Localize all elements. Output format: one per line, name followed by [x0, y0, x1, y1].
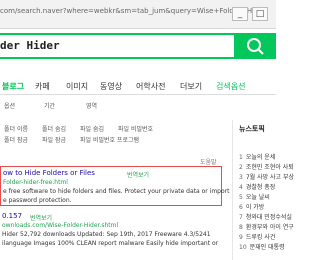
related-6[interactable]: 파일 잠금 [42, 135, 66, 144]
nav-dictionary[interactable]: 어학사전 [136, 81, 165, 92]
result-desc: ilanguage Images 100% CLEAN report malwa… [2, 240, 219, 247]
related-7[interactable]: 파일 비밀번호 프로그램 [80, 135, 139, 144]
translate-badge[interactable]: 번역보기 [127, 170, 149, 179]
related-1[interactable]: 폴더 이름 [4, 124, 28, 133]
sidebar-item[interactable]: 10 문재인 대통령 [239, 242, 285, 251]
nav-cafe[interactable]: 카페 [35, 81, 50, 92]
sidebar-item[interactable]: 5 오늘 날씨 [239, 192, 270, 201]
nav-images[interactable]: 이미지 [66, 81, 88, 92]
news-topic-panel: 뉴스토픽 1 오늘의 운세 2 조현민 조현아 사퇴 3 7월 사망 사고 부상 4경… [232, 120, 294, 260]
search-query[interactable]: der Hider [0, 39, 60, 52]
related-5[interactable]: 폴더 잠금 [4, 135, 28, 144]
sidebar-item[interactable]: 8 환경부와 아이 연구 [239, 222, 294, 231]
result-desc: e free software to hide folders and file… [3, 188, 230, 195]
maximize-button[interactable]: □ [252, 7, 268, 21]
nav-divider [0, 94, 276, 95]
result-title[interactable]: 0.157 [2, 212, 22, 220]
help-link[interactable]: 도움말 [200, 157, 217, 166]
address-url[interactable]: com/search.naver?where=webkr&sm=tab_jum&… [0, 7, 266, 15]
sidebar-item[interactable]: 1 오늘의 운세 [239, 152, 275, 161]
related-3[interactable]: 파일 숨김 [80, 124, 104, 133]
result-desc: Hider 52,792 downloads Updated: Sep 19th… [2, 231, 211, 238]
related-2[interactable]: 폴더 숨김 [42, 124, 66, 133]
result-url[interactable]: Folder-hider-free.html [3, 179, 68, 186]
related-4[interactable]: 파일 비밀번호 [118, 124, 153, 133]
search-options[interactable]: 검색옵션 [216, 81, 245, 92]
filter-area[interactable]: 영역 [86, 101, 97, 110]
sidebar-item[interactable]: 7 청와대 민정수석실 [239, 212, 292, 221]
search-input[interactable]: der Hider [0, 33, 236, 59]
filter-option[interactable]: 옵션 [4, 101, 15, 110]
search-result-highlighted[interactable]: ow to Hide Folders or Files 번역보기 Folder-… [0, 166, 229, 206]
sidebar-item[interactable]: 9 드루킹 사건 [239, 232, 275, 241]
minimize-button[interactable]: _ [232, 7, 248, 21]
sidebar-item[interactable]: 3 7월 사망 사고 부상 [239, 172, 294, 181]
nav-more[interactable]: 더보기 [180, 81, 202, 92]
nav-blog[interactable]: 블로그 [2, 81, 24, 92]
translate-badge[interactable]: 번역보기 [30, 213, 52, 222]
search-icon [247, 38, 264, 55]
sidebar-title: 뉴스토픽 [239, 125, 265, 133]
result-url[interactable]: ownloads.com/Wise-Folder-Hider.shtml [2, 222, 118, 229]
search-button[interactable] [236, 33, 276, 59]
sidebar-item[interactable]: 6이 가방 [239, 202, 264, 211]
sidebar-item[interactable]: 4 경찰청 총장 [239, 182, 275, 191]
sidebar-item[interactable]: 2 조현민 조현아 사퇴 [239, 162, 294, 171]
result-desc: e password protection. [3, 197, 72, 204]
filter-period[interactable]: 기간 [44, 101, 55, 110]
nav-video[interactable]: 동영상 [100, 81, 122, 92]
result-title[interactable]: ow to Hide Folders or Files [3, 169, 95, 177]
